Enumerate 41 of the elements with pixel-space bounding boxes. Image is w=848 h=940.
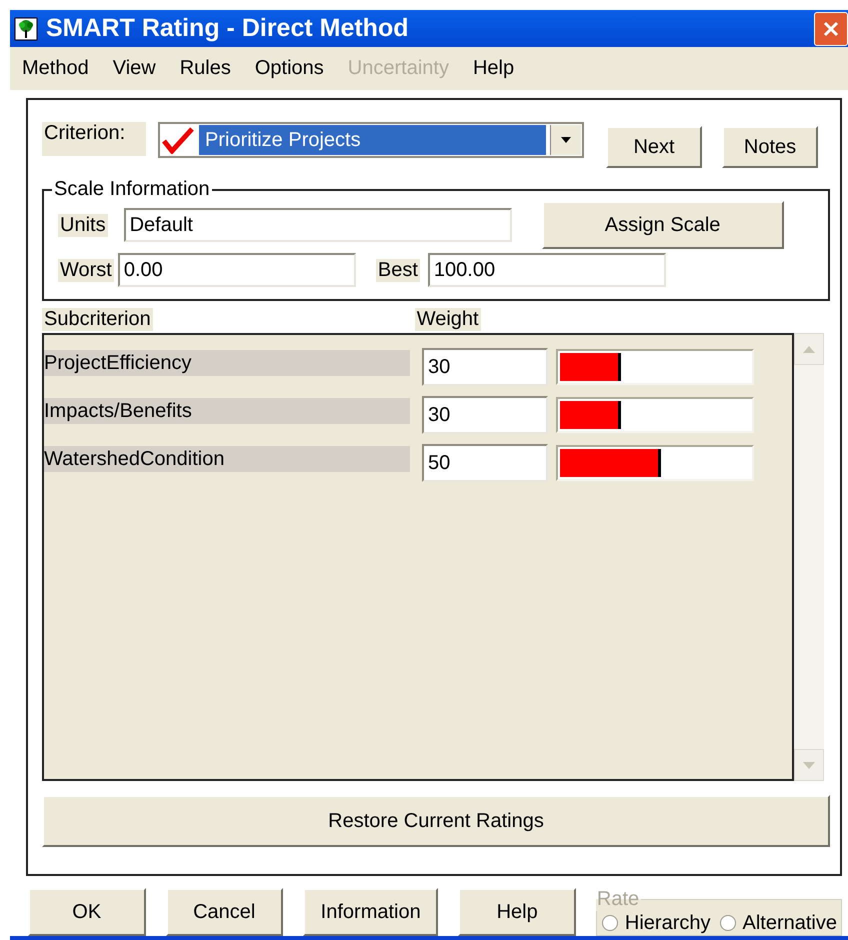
subcriterion-name: WatershedCondition — [44, 446, 410, 472]
criterion-dropdown[interactable]: Prioritize Projects — [158, 122, 584, 158]
column-header: Subcriterion — [42, 308, 153, 330]
restore-button[interactable]: Restore Current Ratings — [42, 795, 830, 847]
subcriterion-name: ProjectEfficiency — [44, 350, 410, 376]
close-button[interactable] — [814, 12, 848, 46]
dialog-button[interactable]: Next — [606, 126, 702, 168]
dialog-button[interactable]: Notes — [722, 126, 818, 168]
assign-scale-button[interactable]: Assign Scale — [542, 201, 784, 249]
group-title: Scale Information — [53, 178, 211, 201]
menu-item[interactable]: Help — [472, 57, 514, 80]
column-header: Weight — [414, 308, 481, 330]
menu-item[interactable]: Options — [254, 57, 324, 80]
up-arrow-icon — [803, 346, 815, 352]
dialog-button[interactable]: OK — [28, 888, 146, 936]
best-label: Best — [376, 258, 420, 282]
menu-item[interactable]: Method — [22, 57, 89, 80]
best-field[interactable]: 100.00 — [428, 253, 666, 287]
down-arrow-icon — [803, 762, 815, 768]
subcriterion-name: Impacts/Benefits — [44, 398, 410, 424]
scroll-down-button[interactable] — [794, 749, 824, 781]
weight-field[interactable]: 30 — [422, 348, 548, 386]
weight-field[interactable]: 50 — [422, 444, 548, 482]
criterion-label: Criterion: — [42, 122, 146, 156]
scrollbar[interactable] — [794, 333, 824, 781]
caret-icon — [560, 136, 572, 144]
group-title: Rate — [596, 888, 640, 911]
window-title: SMART Rating - Direct Method — [46, 14, 410, 44]
menu-item[interactable]: View — [112, 57, 156, 80]
worst-field[interactable]: 0.00 — [118, 253, 356, 287]
tree-icon — [14, 16, 38, 41]
dialog-button[interactable]: Information — [303, 888, 438, 936]
menu-item[interactable]: Rules — [180, 57, 231, 80]
units-field[interactable]: Default — [124, 208, 512, 242]
dialog-button[interactable]: Cancel — [166, 888, 283, 936]
dialog-button[interactable]: Help — [458, 888, 576, 936]
dropdown-button[interactable] — [550, 125, 581, 155]
worst-label: Worst — [58, 258, 114, 282]
units-label: Units — [58, 214, 108, 236]
weight-field[interactable]: 30 — [422, 396, 548, 434]
scroll-up-button[interactable] — [794, 333, 824, 365]
